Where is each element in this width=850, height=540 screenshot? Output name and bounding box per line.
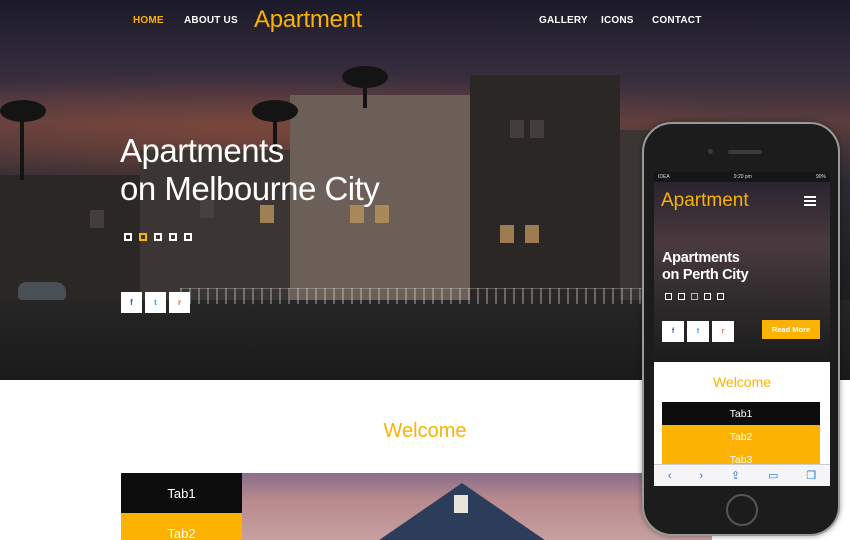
hero-title: Apartments on Melbourne City: [120, 132, 380, 208]
slider-dot[interactable]: [717, 293, 724, 300]
slider-dots: [124, 233, 192, 241]
twitter-icon[interactable]: t: [145, 292, 166, 313]
phone-mockup: IDEA 9:20 pm 90% Apartment Apartments on…: [642, 122, 840, 536]
tab-2[interactable]: Tab2: [121, 513, 242, 540]
battery-label: 90%: [815, 174, 826, 180]
tab-1[interactable]: Tab1: [121, 473, 242, 513]
window: [500, 225, 514, 243]
back-icon[interactable]: ‹: [668, 470, 672, 482]
mobile-title-line1: Apartments: [662, 250, 740, 266]
palm-tree: [342, 66, 388, 88]
phone-home-button: [726, 494, 758, 526]
mobile-social-links: f t r: [662, 321, 734, 342]
window: [90, 210, 104, 228]
slider-dot[interactable]: [184, 233, 192, 241]
bookmarks-icon[interactable]: ▭: [768, 469, 778, 482]
site-logo[interactable]: Apartment: [254, 6, 362, 34]
mobile-logo[interactable]: Apartment: [661, 190, 749, 212]
read-more-button[interactable]: Read More: [762, 320, 820, 339]
palm-tree: [0, 100, 46, 122]
nav-about[interactable]: ABOUT US: [184, 15, 238, 26]
main-nav: HOME ABOUT US Apartment GALLERY ICONS CO…: [0, 0, 850, 42]
slider-dot[interactable]: [704, 293, 711, 300]
mobile-welcome-heading: Welcome: [712, 374, 772, 390]
forward-icon[interactable]: ›: [699, 470, 703, 482]
page: HOME ABOUT US Apartment GALLERY ICONS CO…: [0, 0, 850, 540]
house-window: [454, 495, 468, 513]
window: [525, 225, 539, 243]
hero-title-line2: on Melbourne City: [120, 170, 380, 207]
slider-dot-active[interactable]: [139, 233, 147, 241]
mobile-hero: Apartment Apartments on Perth City f t r: [654, 182, 830, 362]
mobile-tab-1[interactable]: Tab1: [662, 402, 820, 425]
phone-status-bar: IDEA 9:20 pm 90%: [654, 172, 830, 182]
mobile-hero-title: Apartments on Perth City: [662, 250, 749, 284]
nav-gallery[interactable]: GALLERY: [539, 15, 588, 26]
carrier-label: IDEA: [658, 174, 670, 180]
nav-home[interactable]: HOME: [133, 15, 164, 26]
rss-icon[interactable]: r: [169, 292, 190, 313]
facebook-icon[interactable]: f: [121, 292, 142, 313]
fence: [180, 288, 650, 304]
tab-list: Tab1 Tab2: [121, 473, 242, 540]
building: [0, 175, 140, 300]
building: [470, 75, 620, 300]
mobile-tab-list: Tab1 Tab2 Tab3: [662, 402, 820, 471]
mobile-slider-dots: [665, 293, 724, 300]
hero-title-line1: Apartments: [120, 132, 284, 169]
window: [530, 120, 544, 138]
slider-dot[interactable]: [169, 233, 177, 241]
slider-dot[interactable]: [665, 293, 672, 300]
phone-speaker: [728, 150, 762, 154]
car: [18, 282, 66, 300]
mobile-title-line2: on Perth City: [662, 267, 749, 283]
rss-icon[interactable]: r: [712, 321, 734, 342]
twitter-icon[interactable]: t: [687, 321, 709, 342]
palm-tree: [252, 100, 298, 122]
nav-icons[interactable]: ICONS: [601, 15, 634, 26]
slider-dot[interactable]: [678, 293, 685, 300]
window: [510, 120, 524, 138]
social-links: f t r: [121, 292, 190, 313]
facebook-icon[interactable]: f: [662, 321, 684, 342]
slider-dot[interactable]: [154, 233, 162, 241]
tabs-icon[interactable]: ❐: [806, 469, 816, 482]
phone-screen: IDEA 9:20 pm 90% Apartment Apartments on…: [654, 172, 830, 486]
share-icon[interactable]: ⇪: [731, 469, 740, 482]
status-time: 9:20 pm: [733, 174, 752, 180]
mobile-tab-2[interactable]: Tab2: [662, 425, 820, 448]
nav-contact[interactable]: CONTACT: [652, 15, 702, 26]
hamburger-menu-icon[interactable]: [804, 196, 816, 206]
slider-dot[interactable]: [124, 233, 132, 241]
browser-toolbar: ‹ › ⇪ ▭ ❐: [654, 464, 830, 486]
phone-camera: [708, 149, 713, 154]
slider-dot-active[interactable]: [691, 293, 698, 300]
